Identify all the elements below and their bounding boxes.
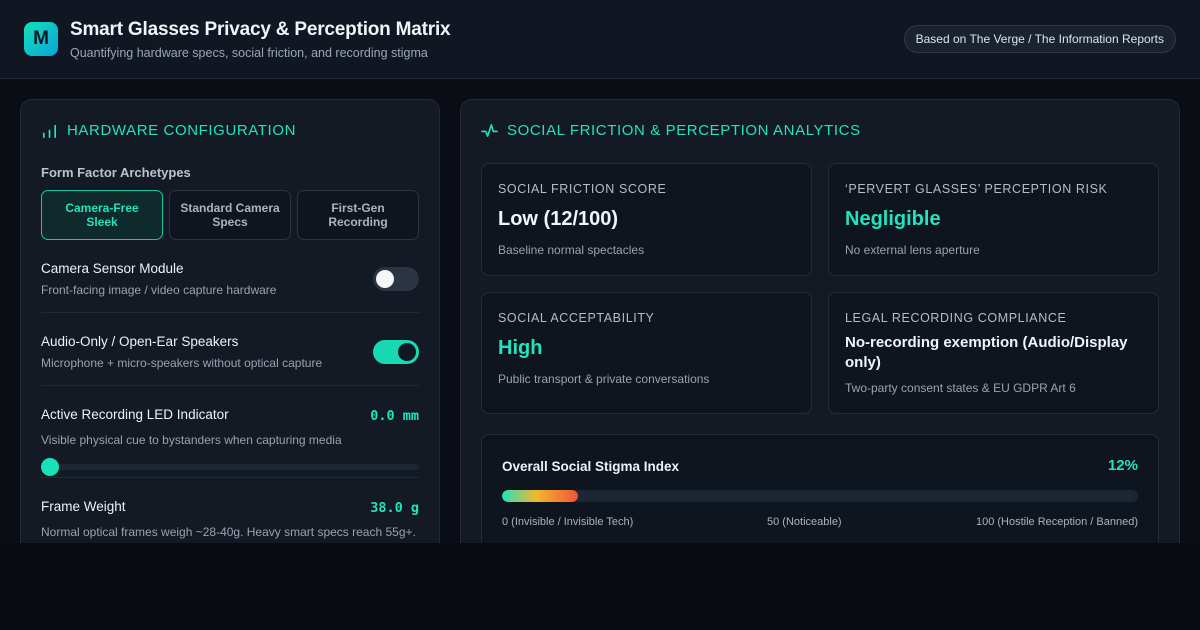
led-indicator-desc: Visible physical cue to bystanders when … <box>41 433 342 447</box>
toggle-knob <box>376 270 394 288</box>
camera-sensor-title: Camera Sensor Module <box>41 261 184 276</box>
archetype-standard-camera-button[interactable]: Standard Camera Specs <box>169 190 291 240</box>
archetype-first-gen-button[interactable]: First-Gen Recording <box>297 190 419 240</box>
stigma-scale-mid: 50 (Noticeable) <box>767 516 842 528</box>
slider-thumb[interactable] <box>41 458 59 476</box>
frame-weight-setting: Frame Weight 38.0 g Normal optical frame… <box>41 499 419 549</box>
page-title: Smart Glasses Privacy & Perception Matri… <box>70 19 451 40</box>
card-value: Low (12/100) <box>498 208 619 230</box>
audio-only-setting: Audio-Only / Open-Ear Speakers Microphon… <box>41 334 419 374</box>
stigma-index-percent: 12% <box>1107 457 1138 474</box>
page-subtitle: Quantifying hardware specs, social frict… <box>70 46 428 60</box>
frame-weight-desc: Normal optical frames weigh ~28-40g. Hea… <box>41 525 416 539</box>
audio-only-toggle[interactable] <box>373 340 419 364</box>
archetype-selector: Camera-Free Sleek Standard Camera Specs … <box>41 190 419 240</box>
led-indicator-title: Active Recording LED Indicator <box>41 407 229 422</box>
card-note: Baseline normal spectacles <box>498 243 645 257</box>
led-indicator-value: 0.0 mm <box>370 408 419 424</box>
card-value: No-recording exemption (Audio/Display on… <box>845 334 1128 371</box>
card-label: ‘Pervert Glasses’ Perception Risk <box>845 182 1108 196</box>
card-value: Negligible <box>845 208 941 230</box>
analytics-panel: Social Friction & Perception Analytics S… <box>460 99 1180 559</box>
source-badge[interactable]: Based on The Verge / The Information Rep… <box>903 25 1176 53</box>
card-label: Legal Recording Compliance <box>845 311 1067 325</box>
stigma-scale-high: 100 (Hostile Reception / Banned) <box>975 516 1138 528</box>
app-logo: M <box>24 22 58 56</box>
stigma-index-title: Overall Social Stigma Index <box>502 459 680 474</box>
bar-chart-icon <box>42 124 57 138</box>
card-note: No external lens aperture <box>845 243 980 257</box>
card-value: High <box>498 337 543 359</box>
led-size-slider[interactable] <box>41 458 419 476</box>
hardware-config-title: Hardware Configuration <box>67 122 297 139</box>
stigma-index-card: Overall Social Stigma Index 12% 0 (Invis… <box>481 434 1159 558</box>
stigma-scale-low: 0 (Invisible / Invisible Tech) <box>502 516 634 528</box>
legal-compliance-card: Legal Recording Compliance No-recording … <box>828 292 1159 414</box>
camera-sensor-toggle[interactable] <box>373 267 419 291</box>
analytics-heading: Social Friction & Perception Analytics <box>481 122 861 139</box>
frame-weight-value: 38.0 g <box>370 500 419 516</box>
hardware-config-panel: Hardware Configuration Form Factor Arche… <box>20 99 440 559</box>
card-label: Social Friction Score <box>498 182 667 196</box>
social-acceptability-card: Social Acceptability High Public transpo… <box>481 292 812 414</box>
card-note: Two-party consent states & EU GDPR Art 6 <box>845 381 1076 395</box>
camera-sensor-setting: Camera Sensor Module Front-facing image … <box>41 261 419 301</box>
led-indicator-setting: Active Recording LED Indicator 0.0 mm Vi… <box>41 407 419 477</box>
audio-only-title: Audio-Only / Open-Ear Speakers <box>41 334 239 349</box>
divider <box>41 312 419 313</box>
stigma-progress-bar <box>502 490 1138 502</box>
frame-weight-title: Frame Weight <box>41 499 126 514</box>
hardware-config-heading: Hardware Configuration <box>41 122 296 139</box>
perception-risk-card: ‘Pervert Glasses’ Perception Risk Neglig… <box>828 163 1159 276</box>
stigma-progress-fill <box>502 490 579 502</box>
divider <box>41 385 419 386</box>
social-friction-card: Social Friction Score Low (12/100) Basel… <box>481 163 812 276</box>
toggle-knob <box>398 343 416 361</box>
activity-pulse-icon <box>481 124 498 137</box>
page-footer-area <box>0 543 1200 630</box>
archetypes-label: Form Factor Archetypes <box>41 165 191 180</box>
card-label: Social Acceptability <box>498 311 655 325</box>
camera-sensor-desc: Front-facing image / video capture hardw… <box>41 283 277 297</box>
divider <box>41 477 419 478</box>
analytics-title: Social Friction & Perception Analytics <box>507 122 861 139</box>
archetype-camera-free-button[interactable]: Camera-Free Sleek <box>41 190 163 240</box>
card-note: Public transport & private conversations <box>498 372 710 386</box>
app-header: M Smart Glasses Privacy & Perception Mat… <box>0 0 1200 79</box>
audio-only-desc: Microphone + micro-speakers without opti… <box>41 356 323 370</box>
